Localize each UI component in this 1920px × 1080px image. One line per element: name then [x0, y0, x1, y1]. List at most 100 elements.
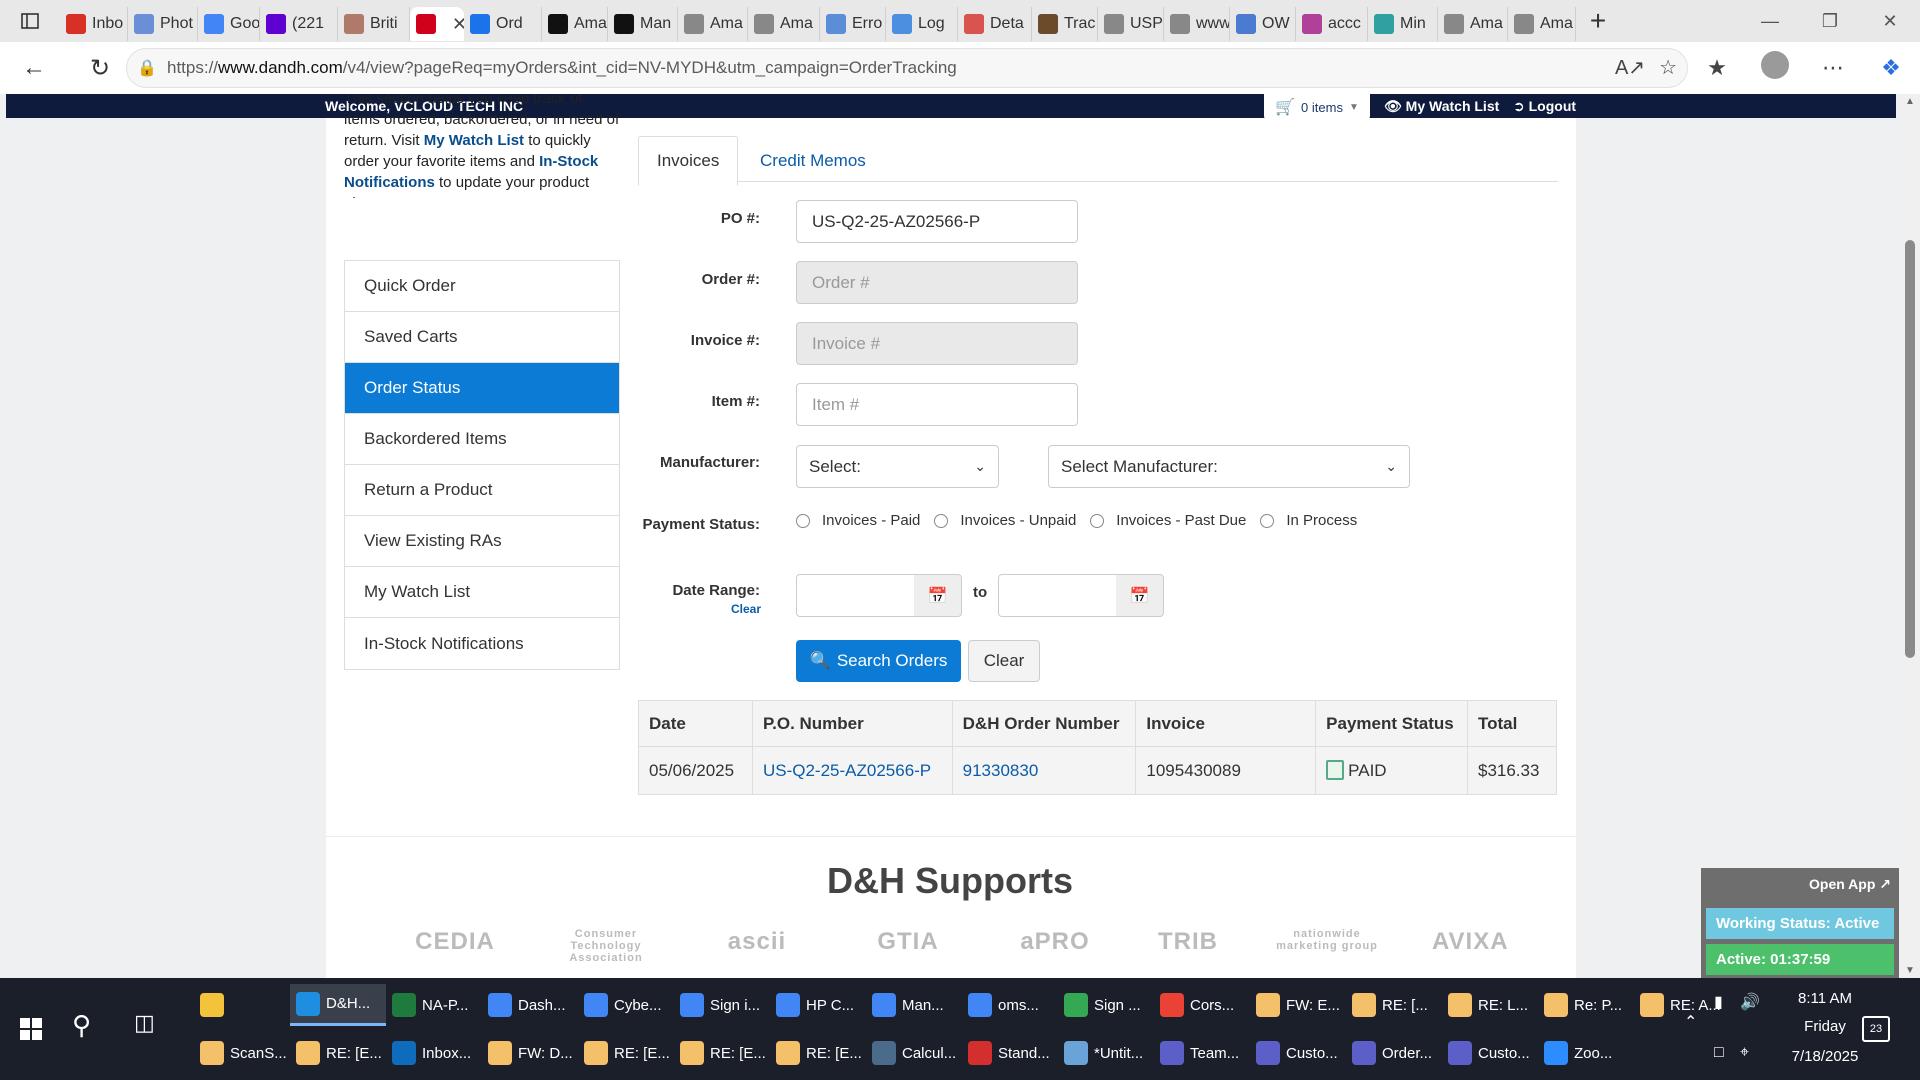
side-menu-item[interactable]: In-Stock Notifications — [345, 618, 619, 669]
taskbar-app-button[interactable]: Order... — [1346, 1032, 1442, 1074]
taskbar-app-button[interactable]: ScanS... — [194, 1032, 290, 1074]
payment-status-radio[interactable]: Invoices - Past Due — [1090, 512, 1246, 529]
watch-list-link[interactable]: 👁 My Watch List — [1384, 98, 1499, 115]
favorite-star-icon[interactable]: ☆ — [1659, 55, 1677, 80]
browser-tab[interactable]: Deta — [958, 7, 1032, 41]
wifi-icon[interactable]: ⌖ — [1740, 1044, 1749, 1062]
tab-credit-memos[interactable]: Credit Memos — [742, 136, 884, 186]
browser-tab[interactable]: www — [1164, 7, 1230, 41]
payment-status-radio[interactable]: Invoices - Paid — [796, 512, 920, 529]
page-scrollbar[interactable]: ▲ ▼ — [1900, 94, 1920, 978]
task-view-icon[interactable]: ◫ — [134, 1010, 155, 1036]
calendar-icon[interactable]: 📅 — [1116, 574, 1164, 617]
taskbar-app-button[interactable]: Custo... — [1250, 1032, 1346, 1074]
browser-tab[interactable]: Trac — [1032, 7, 1098, 41]
chevron-up-icon[interactable]: ⌃ — [1684, 1012, 1697, 1032]
more-menu-icon[interactable]: ⋯ — [1804, 55, 1862, 81]
browser-tab[interactable]: Briti — [338, 7, 410, 41]
browser-tab[interactable]: USP — [1098, 7, 1164, 41]
refresh-icon[interactable]: ↻ — [76, 46, 124, 90]
taskbar-app-button[interactable]: RE: [E... — [578, 1032, 674, 1074]
browser-tab[interactable]: Inbo — [60, 7, 128, 41]
taskbar-app-button[interactable]: Zoo... — [1538, 1032, 1634, 1074]
copilot-icon[interactable]: ❖ — [1862, 55, 1920, 81]
browser-tab[interactable]: accc — [1296, 7, 1368, 41]
taskbar-app-button[interactable]: Inbox... — [386, 1032, 482, 1074]
browser-tab[interactable]: Erro — [820, 7, 886, 41]
payment-status-radio[interactable]: In Process — [1260, 512, 1357, 529]
manufacturer-select[interactable]: Select Manufacturer: ⌄ — [1048, 445, 1410, 488]
browser-tab[interactable]: (221 — [260, 7, 338, 41]
side-menu-item[interactable]: Quick Order — [345, 261, 619, 312]
new-tab-button[interactable]: + — [1576, 0, 1620, 42]
taskbar-app-button[interactable]: Cors... — [1154, 984, 1250, 1026]
browser-tab[interactable]: Goo — [198, 7, 260, 41]
clear-button[interactable]: Clear — [968, 640, 1040, 682]
taskbar-app-button[interactable]: FW: E... — [1250, 984, 1346, 1026]
browser-tab[interactable]: OW — [1230, 7, 1296, 41]
date-clear-link[interactable]: Clear — [700, 602, 761, 616]
back-icon[interactable]: ← — [10, 46, 58, 90]
taskbar-app-button[interactable]: Dash... — [482, 984, 578, 1026]
intro-watch-list-link[interactable]: My Watch List — [424, 132, 524, 149]
browser-tab[interactable]: Ama — [542, 7, 608, 41]
date-from-input[interactable] — [796, 574, 916, 617]
browser-tab[interactable]: Min — [1368, 7, 1438, 41]
order-input[interactable] — [796, 261, 1078, 304]
scroll-up-icon[interactable]: ▲ — [1900, 96, 1920, 107]
taskbar-app-button[interactable]: RE: [E... — [770, 1032, 866, 1074]
url-field[interactable]: 🔒 https://www.dandh.com/v4/view?pageReq=… — [126, 48, 1688, 88]
clock-time[interactable]: 8:11 AM — [1770, 990, 1880, 1007]
taskbar-app-button[interactable]: HP C... — [770, 984, 866, 1026]
radio-circle[interactable] — [1090, 513, 1105, 528]
side-menu-item[interactable]: Order Status — [345, 363, 619, 414]
notification-center-icon[interactable]: 23 — [1862, 1016, 1890, 1042]
radio-circle[interactable] — [934, 513, 949, 528]
browser-tab[interactable]: Man — [608, 7, 678, 41]
logout-link[interactable]: ➲ Logout — [1513, 98, 1576, 115]
read-aloud-icon[interactable]: A↗ — [1615, 55, 1645, 80]
browser-tab[interactable]: Ama — [1508, 7, 1576, 41]
taskbar-app-button[interactable]: Man... — [866, 984, 962, 1026]
restore-icon[interactable]: ❐ — [1800, 0, 1860, 42]
taskbar-app-button[interactable]: RE: [E... — [290, 1032, 386, 1074]
side-menu-item[interactable]: View Existing RAs — [345, 516, 619, 567]
scroll-thumb[interactable] — [1905, 240, 1915, 658]
radio-circle[interactable] — [1260, 513, 1275, 528]
open-app-link[interactable]: Open App ↗ — [1809, 876, 1891, 893]
radio-circle[interactable] — [796, 513, 810, 528]
start-button[interactable] — [10, 1008, 52, 1050]
browser-tab[interactable]: Log — [886, 7, 958, 41]
taskbar-app-button[interactable]: D&H... — [290, 984, 386, 1026]
browser-tab[interactable]: Ama — [748, 7, 820, 41]
browser-tab[interactable]: Ord — [464, 7, 542, 41]
tab-actions-icon[interactable] — [0, 0, 60, 42]
taskbar-app-button[interactable]: RE: [E... — [674, 1032, 770, 1074]
invoice-input[interactable] — [796, 322, 1078, 365]
side-menu-item[interactable]: Saved Carts — [345, 312, 619, 363]
browser-tab[interactable]: Ama — [1438, 7, 1508, 41]
battery-icon[interactable]: ▮ — [1714, 992, 1723, 1012]
minimize-icon[interactable]: — — [1740, 0, 1800, 42]
volume-icon[interactable]: 🔊 — [1740, 992, 1760, 1012]
manufacturer-type-select[interactable]: Select: ⌄ — [796, 445, 999, 488]
search-orders-button[interactable]: 🔍 Search Orders — [796, 640, 961, 682]
side-menu-item[interactable]: Backordered Items — [345, 414, 619, 465]
taskbar-app-button[interactable]: Sign ... — [1058, 984, 1154, 1026]
taskbar-app-button[interactable]: Stand... — [962, 1032, 1058, 1074]
taskbar-app-button[interactable] — [194, 984, 290, 1026]
close-tab-icon[interactable]: ✕ — [452, 14, 464, 35]
side-menu-item[interactable]: Return a Product — [345, 465, 619, 516]
browser-tab[interactable]: Phot — [128, 7, 198, 41]
payment-status-radio[interactable]: Invoices - Unpaid — [934, 512, 1076, 529]
taskbar-app-button[interactable]: RE: L... — [1442, 984, 1538, 1026]
favorites-icon[interactable]: ★ — [1688, 55, 1746, 81]
taskbar-app-button[interactable]: Re: P... — [1538, 984, 1634, 1026]
profile-avatar[interactable] — [1746, 51, 1804, 85]
taskbar-app-button[interactable]: oms... — [962, 984, 1058, 1026]
browser-tab[interactable]: ✕ — [410, 7, 464, 41]
date-to-input[interactable] — [998, 574, 1118, 617]
taskbar-app-button[interactable]: RE: [... — [1346, 984, 1442, 1026]
close-window-icon[interactable]: ✕ — [1860, 0, 1920, 42]
taskbar-app-button[interactable]: Calcul... — [866, 1032, 962, 1074]
